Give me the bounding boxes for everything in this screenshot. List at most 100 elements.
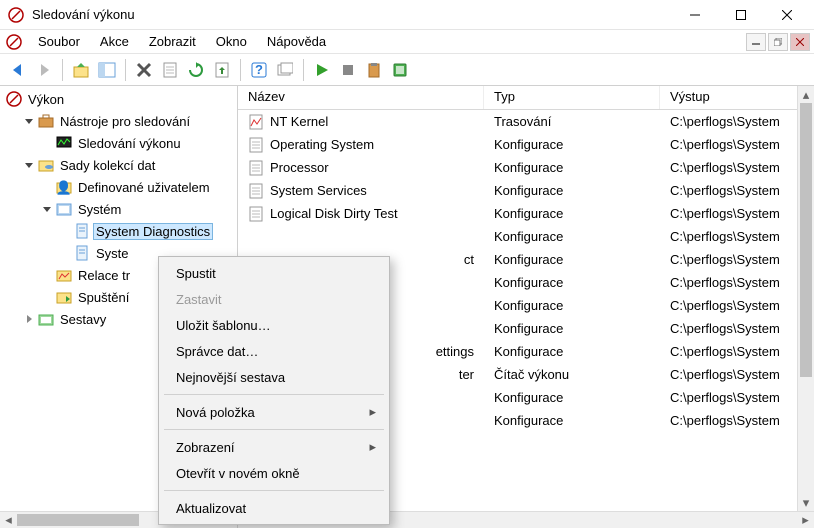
tree-node-label: System Diagnostics — [94, 224, 212, 239]
tree-node-label: Nástroje pro sledování — [58, 114, 192, 129]
menu-bar: Soubor Akce Zobrazit Okno Nápověda — [0, 30, 814, 54]
config-icon — [248, 160, 264, 176]
tree-node[interactable]: Nástroje pro sledování — [0, 110, 237, 132]
menu-view[interactable]: Zobrazit — [139, 32, 206, 51]
scroll-down-icon[interactable]: ▾ — [798, 494, 814, 511]
cell-name: ct — [464, 252, 474, 267]
cell-type: Konfigurace — [484, 137, 660, 152]
config-icon — [248, 183, 264, 199]
expander-icon[interactable] — [22, 158, 36, 172]
stop-button[interactable] — [336, 58, 360, 82]
table-row[interactable]: Operating SystemKonfiguraceC:\perflogs\S… — [238, 133, 797, 156]
export-button[interactable] — [210, 58, 234, 82]
cell-name: ettings — [436, 344, 474, 359]
tree-node[interactable]: Sady kolekcí dat — [0, 154, 237, 176]
delete-button[interactable] — [132, 58, 156, 82]
scroll-thumb[interactable] — [800, 103, 812, 377]
scroll-left-icon[interactable]: ◂ — [0, 512, 17, 528]
mdi-restore-button[interactable] — [768, 33, 788, 51]
cell-name: NT Kernel — [270, 114, 328, 129]
cell-type: Konfigurace — [484, 298, 660, 313]
show-hide-tree-button[interactable] — [95, 58, 119, 82]
col-header-type[interactable]: Typ — [484, 86, 660, 109]
scroll-right-icon[interactable]: ▸ — [797, 512, 814, 528]
refresh-button[interactable] — [184, 58, 208, 82]
tree-root-label: Výkon — [26, 92, 66, 107]
toolbar-separator — [62, 59, 63, 81]
context-menu-item-label: Zobrazení — [176, 440, 235, 455]
spacer — [40, 290, 54, 304]
cell-output: C:\perflogs\System — [660, 137, 797, 152]
window-title: Sledování výkonu — [32, 7, 135, 22]
new-window-button[interactable] — [273, 58, 297, 82]
help-button[interactable]: ? — [247, 58, 271, 82]
menu-window[interactable]: Okno — [206, 32, 257, 51]
cell-type: Konfigurace — [484, 229, 660, 244]
menu-file[interactable]: Soubor — [28, 32, 90, 51]
close-button[interactable] — [764, 0, 810, 30]
context-menu-item[interactable]: Zobrazení▸ — [162, 434, 386, 460]
context-menu-item[interactable]: Uložit šablonu… — [162, 312, 386, 338]
forward-button[interactable] — [32, 58, 56, 82]
context-menu-item[interactable]: Správce dat… — [162, 338, 386, 364]
back-button[interactable] — [6, 58, 30, 82]
table-row[interactable]: NT KernelTrasováníC:\perflogs\System — [238, 110, 797, 133]
table-row[interactable]: ProcessorKonfiguraceC:\perflogs\System — [238, 156, 797, 179]
table-row[interactable]: System ServicesKonfiguraceC:\perflogs\Sy… — [238, 179, 797, 202]
cell-output: C:\perflogs\System — [660, 252, 797, 267]
tree-node[interactable]: Systém — [0, 198, 237, 220]
toolbox-icon — [38, 113, 54, 129]
scroll-thumb[interactable] — [17, 514, 139, 526]
tree-node[interactable]: 👤Definované uživatelem — [0, 176, 237, 198]
cell-name: System Services — [270, 183, 367, 198]
tree-node[interactable]: Sledování výkonu — [0, 132, 237, 154]
tree-root[interactable]: Výkon — [0, 88, 237, 110]
context-menu-item: Zastavit — [162, 286, 386, 312]
tree-node[interactable]: System Diagnostics — [0, 220, 237, 242]
tree-node-label: Sady kolekcí dat — [58, 158, 157, 173]
col-header-name[interactable]: Název — [238, 86, 484, 109]
start-button[interactable] — [310, 58, 334, 82]
mdi-minimize-button[interactable] — [746, 33, 766, 51]
spacer — [40, 268, 54, 282]
context-menu-item[interactable]: Nová položka▸ — [162, 399, 386, 425]
context-menu-item-label: Nová položka — [176, 405, 255, 420]
expander-icon[interactable] — [22, 114, 36, 128]
toolbar: ? — [0, 54, 814, 86]
menu-action[interactable]: Akce — [90, 32, 139, 51]
expander-icon[interactable] — [40, 202, 54, 216]
clipboard-icon[interactable] — [362, 58, 386, 82]
scroll-up-icon[interactable]: ▴ — [798, 86, 814, 103]
folder-trace-icon — [56, 267, 72, 283]
context-menu-item[interactable]: Nejnovější sestava — [162, 364, 386, 390]
svg-text:?: ? — [255, 62, 263, 77]
tree-node-label: Spuštění — [76, 290, 131, 305]
maximize-button[interactable] — [718, 0, 764, 30]
cell-output: C:\perflogs\System — [660, 390, 797, 405]
cell-type: Konfigurace — [484, 252, 660, 267]
expander-icon[interactable] — [22, 312, 36, 326]
context-menu-item[interactable]: Aktualizovat — [162, 495, 386, 521]
list-vscrollbar[interactable]: ▴ ▾ — [797, 86, 814, 511]
spacer — [58, 246, 72, 260]
menu-separator — [164, 429, 384, 430]
mdi-close-button[interactable] — [790, 33, 810, 51]
minimize-button[interactable] — [672, 0, 718, 30]
context-menu-item-label: Správce dat… — [176, 344, 258, 359]
book-icon[interactable] — [388, 58, 412, 82]
table-row[interactable]: Logical Disk Dirty TestKonfiguraceC:\per… — [238, 202, 797, 225]
cell-name: Logical Disk Dirty Test — [270, 206, 398, 221]
context-menu-item[interactable]: Otevřít v novém okně — [162, 460, 386, 486]
monitor-icon — [56, 135, 72, 151]
properties-button[interactable] — [158, 58, 182, 82]
table-row[interactable]: KonfiguraceC:\perflogs\System — [238, 225, 797, 248]
menu-separator — [164, 490, 384, 491]
svg-text:👤: 👤 — [56, 180, 72, 195]
col-header-output[interactable]: Výstup — [660, 86, 814, 109]
menu-help[interactable]: Nápověda — [257, 32, 336, 51]
context-menu-item[interactable]: Spustit — [162, 260, 386, 286]
config-icon — [248, 206, 264, 222]
up-button[interactable] — [69, 58, 93, 82]
spacer — [40, 180, 54, 194]
cell-type: Konfigurace — [484, 183, 660, 198]
